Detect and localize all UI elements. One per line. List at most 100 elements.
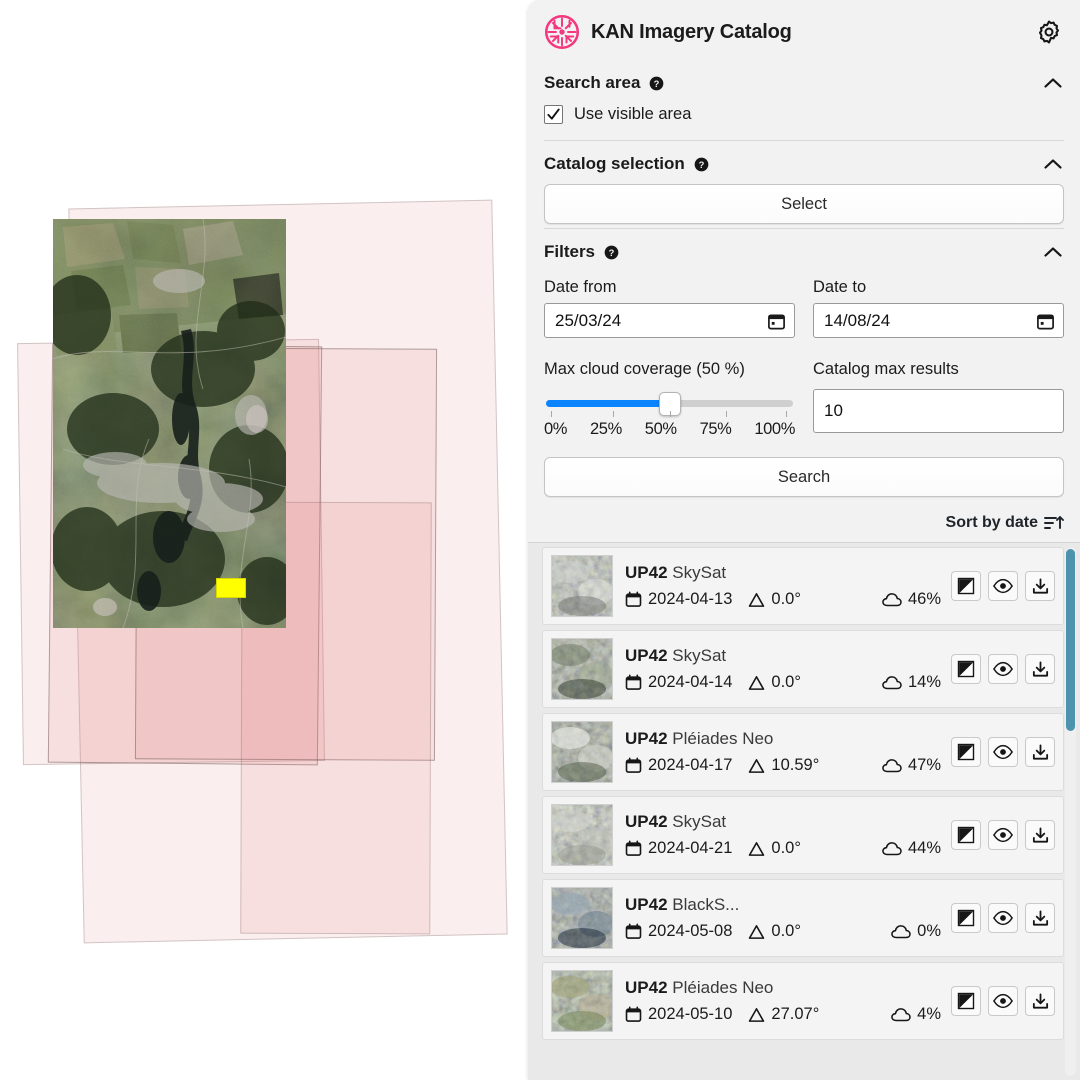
preview-button[interactable] [988, 820, 1018, 850]
compare-button[interactable] [951, 654, 981, 684]
preview-button[interactable] [988, 737, 1018, 767]
date-from-label: Date from [544, 278, 617, 296]
results-list[interactable]: UP42 SkySat 2024-04-13 0.0° 46% UP42 SkySat 2… [528, 542, 1080, 1080]
result-sensor: SkySat [672, 812, 727, 831]
search-area-header[interactable]: Search area ? [544, 60, 1064, 103]
calendar-icon[interactable] [767, 311, 786, 330]
result-card[interactable]: UP42 SkySat 2024-04-14 0.0° 14% [542, 630, 1064, 708]
results-scrollbar-thumb[interactable] [1066, 549, 1075, 731]
satellite-preview-image[interactable] [53, 219, 286, 628]
max-results-input[interactable]: 10 [813, 389, 1064, 433]
compare-button[interactable] [951, 571, 981, 601]
slider-track[interactable] [546, 391, 793, 416]
catalog-selection-collapse-chevron[interactable] [1042, 153, 1064, 175]
result-info: UP42 Pléiades Neo 2024-05-10 27.07° 4% [613, 978, 941, 1024]
date-from-value: 25/03/24 [555, 310, 622, 330]
use-visible-area-checkbox[interactable] [544, 105, 563, 124]
compare-button[interactable] [951, 820, 981, 850]
result-provider: UP42 [625, 646, 668, 665]
slider-fill [546, 400, 670, 407]
preview-button[interactable] [988, 654, 1018, 684]
result-incidence-angle: 10.59° [748, 756, 819, 775]
tick-50: 50% [644, 420, 677, 438]
result-thumbnail[interactable] [551, 804, 613, 866]
result-sensor: BlackS... [672, 895, 740, 914]
max-results-field: Catalog max results 10 [813, 354, 1064, 439]
result-thumbnail[interactable] [551, 887, 613, 949]
download-button[interactable] [1025, 820, 1055, 850]
search-button[interactable]: Search [544, 457, 1064, 497]
result-info: UP42 Pléiades Neo 2024-04-17 10.59° 47% [613, 729, 941, 775]
result-provider: UP42 [625, 812, 668, 831]
search-area-help-icon[interactable]: ? [649, 76, 664, 91]
result-sensor: SkySat [672, 646, 727, 665]
result-incidence-angle: 27.07° [748, 1005, 819, 1024]
result-card[interactable]: UP42 Pléiades Neo 2024-05-10 27.07° 4% [542, 962, 1064, 1040]
result-thumbnail[interactable] [551, 721, 613, 783]
result-incidence-angle: 0.0° [748, 839, 801, 858]
download-button[interactable] [1025, 737, 1055, 767]
result-cloud-coverage: 44% [872, 839, 941, 858]
result-sensor: Pléiades Neo [672, 729, 774, 748]
result-title: UP42 BlackS... [625, 895, 941, 915]
results-scrollbar[interactable] [1065, 547, 1076, 1076]
result-thumbnail[interactable] [551, 638, 613, 700]
preview-button[interactable] [988, 903, 1018, 933]
result-card[interactable]: UP42 SkySat 2024-04-21 0.0° 44% [542, 796, 1064, 874]
catalog-selection-help-icon[interactable]: ? [694, 157, 709, 172]
sort-ascending-icon[interactable] [1044, 514, 1064, 532]
settings-gear-button[interactable] [1034, 17, 1064, 47]
cloud-coverage-slider[interactable]: 0% 25% 50% 75% 100% [544, 385, 795, 439]
result-incidence-angle: 0.0° [748, 673, 801, 692]
catalog-selection-title: Catalog selection [544, 154, 685, 173]
result-thumbnail[interactable] [551, 555, 613, 617]
result-actions [951, 571, 1055, 601]
aoi-highlight-rect[interactable] [216, 578, 246, 598]
search-area-collapse-chevron[interactable] [1042, 72, 1064, 94]
sort-label: Sort by date [945, 514, 1038, 531]
date-from-input[interactable]: 25/03/24 [544, 303, 795, 338]
result-date: 2024-04-14 [625, 673, 732, 692]
section-search-area: Search area ? Use visible area [528, 60, 1080, 141]
slider-ticks [546, 411, 793, 419]
result-meta: 2024-04-13 0.0° 46% [625, 590, 941, 609]
result-card[interactable]: UP42 BlackS... 2024-05-08 0.0° 0% [542, 879, 1064, 957]
result-title: UP42 Pléiades Neo [625, 729, 941, 749]
result-date: 2024-05-10 [625, 1005, 732, 1024]
compare-button[interactable] [951, 737, 981, 767]
preview-button[interactable] [988, 986, 1018, 1016]
sort-control[interactable]: Sort by date [528, 501, 1080, 542]
result-thumbnail[interactable] [551, 970, 613, 1032]
thumbnail-raster [552, 805, 612, 865]
compare-button[interactable] [951, 986, 981, 1016]
use-visible-area-row[interactable]: Use visible area [544, 103, 1064, 136]
result-title: UP42 SkySat [625, 646, 941, 666]
filters-header[interactable]: Filters ? [544, 229, 1064, 272]
tick-25: 25% [590, 420, 622, 438]
preview-button[interactable] [988, 571, 1018, 601]
tick-0: 0% [544, 420, 568, 438]
download-button[interactable] [1025, 903, 1055, 933]
catalog-selection-header[interactable]: Catalog selection ? [544, 141, 1064, 184]
result-card[interactable]: UP42 SkySat 2024-04-13 0.0° 46% [542, 547, 1064, 625]
check-icon [547, 108, 560, 120]
result-card[interactable]: UP42 Pléiades Neo 2024-04-17 10.59° 47% [542, 713, 1064, 791]
app-title: KAN Imagery Catalog [591, 20, 792, 43]
date-to-input[interactable]: 14/08/24 [813, 303, 1064, 338]
download-button[interactable] [1025, 986, 1055, 1016]
download-button[interactable] [1025, 571, 1055, 601]
select-catalog-button[interactable]: Select [544, 184, 1064, 224]
cloud-results-row: Max cloud coverage (50 %) 0% 25% 50% 75%… [544, 354, 1064, 439]
compare-button[interactable] [951, 903, 981, 933]
map-canvas[interactable] [0, 0, 528, 1080]
result-actions [951, 986, 1055, 1016]
filters-help-icon[interactable]: ? [604, 245, 619, 260]
result-date: 2024-04-17 [625, 756, 732, 775]
calendar-icon[interactable] [1036, 311, 1055, 330]
cloud-coverage-label: Max cloud coverage (50 %) [544, 360, 745, 378]
filters-collapse-chevron[interactable] [1042, 241, 1064, 263]
download-button[interactable] [1025, 654, 1055, 684]
results-scroll-content: UP42 SkySat 2024-04-13 0.0° 46% UP42 SkySat 2… [528, 543, 1080, 1080]
result-actions [951, 654, 1055, 684]
gear-icon [1038, 20, 1060, 44]
